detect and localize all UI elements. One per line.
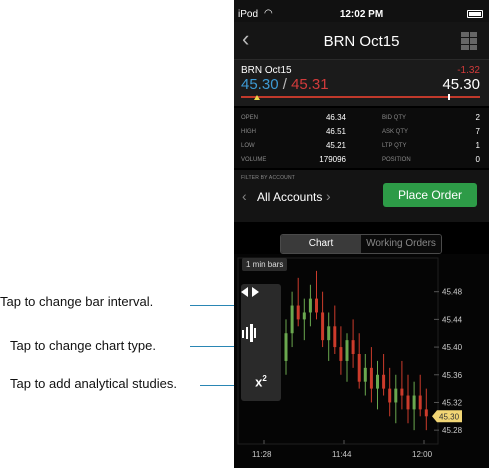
ask-price: 45.31 <box>291 76 329 93</box>
low-marker-icon <box>254 95 260 100</box>
x-tick-label: 12:00 <box>412 450 433 459</box>
bid-ask: 45.30 / 45.31 <box>241 76 329 93</box>
stat-label-low: LOW <box>241 143 255 149</box>
y-tick-label: 45.36 <box>442 371 463 380</box>
bar-interval-button[interactable] <box>241 286 281 322</box>
stat-value-low: 45.21 <box>325 141 346 150</box>
quote-symbol: BRN Oct15 <box>241 65 292 76</box>
page-title: BRN Oct15 <box>323 33 400 50</box>
callout-line-interval <box>190 305 238 306</box>
callout-line-type <box>190 346 238 347</box>
current-price-label: 45.30 <box>439 412 460 421</box>
expand-horizontal-icon <box>241 287 259 297</box>
candle-body <box>424 409 428 417</box>
candle-body <box>376 374 379 389</box>
account-selector[interactable]: All Accounts <box>257 190 322 204</box>
account-filter: FILTER BY ACCOUNT ‹ All Accounts › Place… <box>234 170 489 222</box>
y-tick-label: 45.40 <box>442 343 463 352</box>
candle-body <box>321 312 325 341</box>
stat-label-bid-qty: BID QTY <box>382 115 407 121</box>
tab-chart[interactable]: Chart <box>281 235 361 253</box>
candlestick-icon <box>242 324 256 342</box>
battery-icon <box>467 10 483 18</box>
last-marker <box>448 94 450 100</box>
stat-value-volume: 179096 <box>319 155 346 164</box>
nav-bar: ‹ BRN Oct15 <box>234 22 489 60</box>
bid-ask-separator: / <box>282 76 287 93</box>
price-range-bar <box>241 94 480 100</box>
candle-body <box>345 340 349 361</box>
bid-price: 45.30 <box>241 76 279 93</box>
candle-body <box>400 388 404 396</box>
price-change: -1.32 <box>457 65 480 76</box>
candle-body <box>327 326 331 341</box>
candle-body <box>284 333 288 361</box>
chart-type-button[interactable] <box>241 324 281 360</box>
candle-body <box>382 374 386 389</box>
chart-toolbar: x2 <box>241 284 281 401</box>
account-prev-chevron-icon[interactable]: ‹ <box>242 188 247 204</box>
candle-body <box>302 312 306 320</box>
view-tabs: Chart Working Orders <box>280 234 442 254</box>
y-tick-label: 45.32 <box>442 398 463 407</box>
candle-body <box>351 340 355 354</box>
candle-body <box>290 305 294 334</box>
candle-body <box>388 388 392 403</box>
candle-body <box>296 305 300 320</box>
stat-value-ltp-qty: 1 <box>475 141 480 150</box>
stat-value-high: 46.51 <box>325 127 346 136</box>
stat-label-high: HIGH <box>241 129 256 135</box>
last-price: 45.30 <box>442 76 480 93</box>
y-tick-label: 45.28 <box>442 426 463 435</box>
callout-line-studies <box>200 385 238 386</box>
grid-menu-icon[interactable] <box>461 32 477 50</box>
stat-value-bid-qty: 2 <box>475 113 480 122</box>
stats-row: OPEN 46.34 BID QTY 2 <box>234 110 489 124</box>
candle-body <box>308 298 312 313</box>
filter-label: FILTER BY ACCOUNT <box>241 175 296 181</box>
y-tick-label: 45.48 <box>442 288 463 297</box>
studies-icon: x2 <box>255 374 267 390</box>
stat-label-ltp-qty: LTP QTY <box>382 143 407 149</box>
tab-working-orders[interactable]: Working Orders <box>361 235 441 253</box>
stat-label-ask-qty: ASK QTY <box>382 129 409 135</box>
callout-bar-interval: Tap to change bar interval. <box>0 294 154 309</box>
quote-panel: BRN Oct15 45.30 / 45.31 -1.32 45.30 <box>234 60 489 106</box>
stat-label-volume: VOLUME <box>241 157 267 163</box>
candle-body <box>315 298 318 313</box>
callout-chart-type: Tap to change chart type. <box>10 338 156 353</box>
stat-label-position: POSITION <box>382 157 411 163</box>
candle-body <box>357 354 361 382</box>
stat-value-open: 46.34 <box>325 113 346 122</box>
candle-body <box>363 367 367 382</box>
candle-body <box>394 388 398 403</box>
stat-value-position: 0 <box>475 155 480 164</box>
account-next-chevron-icon[interactable]: › <box>326 188 331 204</box>
stat-label-open: OPEN <box>241 115 259 121</box>
candle-body <box>412 395 416 410</box>
candle-body <box>339 347 343 361</box>
price-chart[interactable]: 45.48 45.44 45.40 45.36 45.32 45.28 11:28 11:44… <box>234 254 489 468</box>
callout-studies: Tap to add analytical studies. <box>10 376 177 391</box>
candle-body <box>369 367 373 389</box>
phone-screen: iPod ◠ 12:02 PM ‹ BRN Oct15 BRN Oct15 45… <box>234 0 489 468</box>
x-tick-label: 11:44 <box>332 450 352 459</box>
stat-value-ask-qty: 7 <box>475 127 480 136</box>
bar-interval-badge: 1 min bars <box>242 258 288 271</box>
studies-button[interactable]: x2 <box>241 364 281 400</box>
status-time: 12:02 PM <box>339 9 384 20</box>
stats-row: LOW 45.21 LTP QTY 1 <box>234 138 489 152</box>
stats-grid: OPEN 46.34 BID QTY 2 HIGH 46.51 ASK QTY … <box>234 108 489 168</box>
status-bar: iPod ◠ 12:02 PM <box>234 0 489 22</box>
x-tick-label: 11:28 <box>252 450 272 459</box>
y-tick-label: 45.44 <box>442 315 463 324</box>
candle-body <box>333 326 337 348</box>
stats-row: HIGH 46.51 ASK QTY 7 <box>234 124 489 138</box>
stats-row: VOLUME 179096 POSITION 0 <box>234 152 489 166</box>
candle-body <box>406 395 410 410</box>
candle-body <box>418 395 422 410</box>
place-order-button[interactable]: Place Order <box>383 183 477 207</box>
